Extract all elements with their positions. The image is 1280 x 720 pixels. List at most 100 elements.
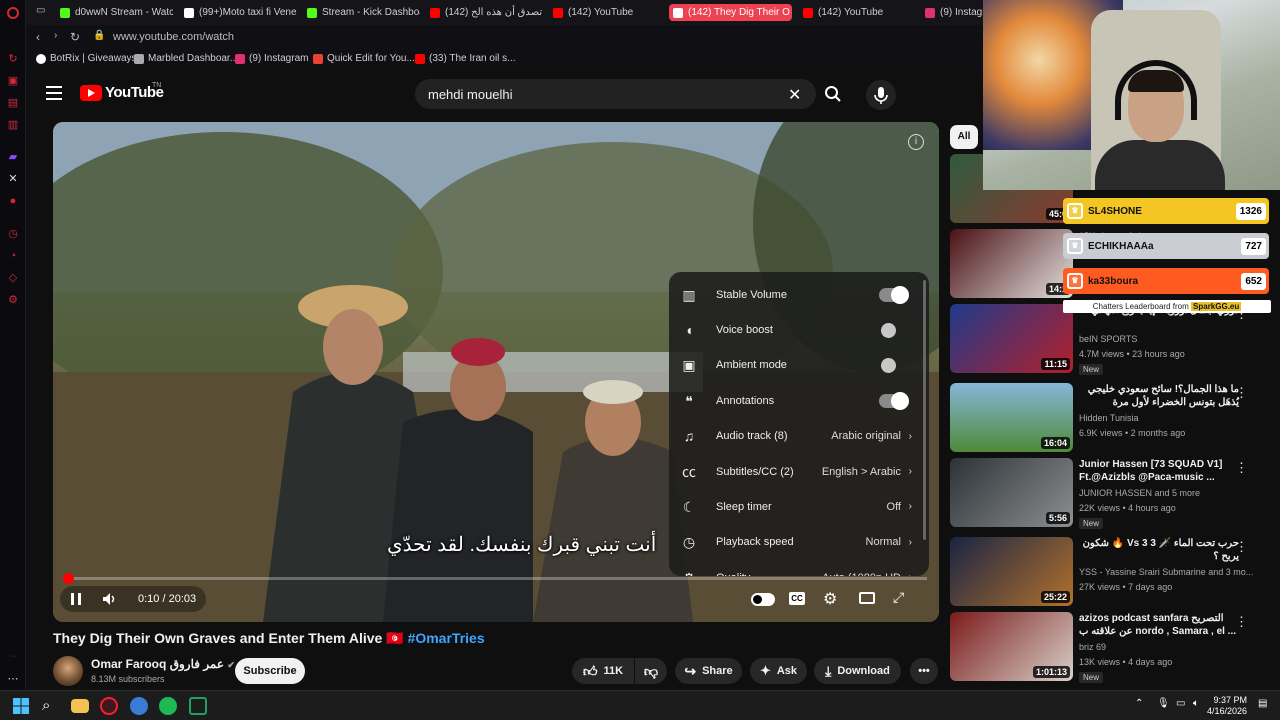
- progress-bar[interactable]: [65, 577, 927, 580]
- bookmark-botrix[interactable]: BotRix | Giveaways: [36, 53, 137, 64]
- more-actions-button[interactable]: •••: [910, 658, 938, 684]
- tab-1[interactable]: (99+)Moto taxi fi Venezu: [180, 4, 297, 21]
- card-title[interactable]: ما هذا الجمال؟! سائح سعودي خليجي يُذهَل …: [1079, 383, 1239, 409]
- opera-icon[interactable]: [100, 697, 118, 715]
- app-icon[interactable]: [130, 697, 148, 715]
- video-thumbnail[interactable]: 5:56: [950, 458, 1073, 527]
- bookmark-marbled[interactable]: Marbled Dashboar...: [134, 53, 238, 64]
- opera-logo-icon[interactable]: [7, 7, 19, 19]
- video-thumbnail[interactable]: 16:04: [950, 383, 1073, 452]
- share-button[interactable]: ↪ Share: [675, 658, 742, 684]
- settings-gear-icon[interactable]: ⚙: [823, 589, 837, 609]
- settings-row[interactable]: ㏄ Subtitles/CC (2) English > Arabic ›: [669, 454, 921, 489]
- reload-icon[interactable]: ↻: [70, 30, 80, 44]
- card-title[interactable]: Junior Hassen [73 SQUAD V1] Ft.@Azizbls …: [1079, 458, 1239, 484]
- spotify-icon[interactable]: [159, 697, 177, 715]
- tab-3[interactable]: لن تصدق أن هذه الح (142): [426, 4, 543, 21]
- speaker-icon[interactable]: 🔈︎: [1193, 698, 1199, 709]
- settings-row[interactable]: ♫ Audio track (8) Arabic original ›: [669, 419, 921, 454]
- extensions-icon[interactable]: ◇: [6, 271, 20, 285]
- voice-search-button[interactable]: [866, 80, 896, 110]
- volume-icon[interactable]: [102, 592, 118, 606]
- recommendation-card[interactable]: 16:04 ما هذا الجمال؟! سائح سعودي خليجي يُ…: [950, 383, 1280, 455]
- tab-2[interactable]: Stream - Kick Dashboard: [303, 4, 420, 21]
- mic-tray-icon[interactable]: 🎙︎: [1157, 698, 1170, 709]
- settings-row[interactable]: ▣ Ambient mode: [669, 348, 921, 383]
- bookmark-iran-oil[interactable]: (33) The Iran oil s...: [415, 53, 516, 64]
- settings-toggle[interactable]: [879, 285, 909, 304]
- tab-0[interactable]: d0wwN Stream - Watch: [56, 4, 173, 21]
- pause-icon[interactable]: [70, 592, 82, 606]
- card-channel[interactable]: Hidden Tunisia: [1079, 413, 1139, 423]
- refresh-icon[interactable]: ↻: [6, 52, 20, 66]
- menu-icon[interactable]: [46, 86, 62, 100]
- hashtag-link[interactable]: #OmarTries: [408, 630, 485, 646]
- tab-active[interactable]: (142) They Dig Their O: [669, 4, 792, 21]
- card-title[interactable]: azizos podcast sanfara التصريح عن علاقته…: [1079, 612, 1239, 638]
- youtube-icon[interactable]: ●: [6, 194, 20, 208]
- ask-button[interactable]: ✦ Ask: [750, 658, 807, 684]
- recommendation-card[interactable]: 1:01:13 azizos podcast sanfara التصريح عن…: [950, 612, 1280, 684]
- x-icon[interactable]: ✕: [6, 172, 20, 186]
- channel-name[interactable]: Omar Farooq عمر فاروق ✔: [91, 657, 235, 671]
- settings-icon[interactable]: ⚙: [6, 293, 20, 307]
- video-thumbnail[interactable]: 14:1: [950, 229, 1073, 298]
- card-more-icon[interactable]: ⋮: [1235, 385, 1248, 401]
- tab-7[interactable]: (9) Instagra: [921, 4, 983, 21]
- settings-toggle[interactable]: [879, 391, 909, 410]
- file-explorer-icon[interactable]: [71, 699, 89, 713]
- settings-row[interactable]: ▥ Stable Volume: [669, 277, 921, 312]
- system-clock[interactable]: 9:37 PM 4/16/2026: [1207, 695, 1247, 717]
- settings-row[interactable]: ☾ Sleep timer Off ›: [669, 489, 921, 524]
- card-title[interactable]: حرب تحت الماء 🗡️ 3 Vs 3 🔥 شكون يربح ؟: [1079, 537, 1239, 563]
- search-icon[interactable]: ⌕: [42, 697, 60, 715]
- settings-toggle[interactable]: [879, 322, 907, 338]
- settings-row[interactable]: ◖ Voice boost: [669, 312, 921, 347]
- video-thumbnail[interactable]: 25:22: [950, 537, 1073, 606]
- tray-chevron-icon[interactable]: ⌃: [1135, 698, 1143, 709]
- fullscreen-icon[interactable]: ⤢: [893, 589, 904, 606]
- video-player[interactable]: أنت تبني قبرك بنفسك. لقد تحدّي i ▥ Stable…: [53, 122, 939, 622]
- card-channel[interactable]: beIN SPORTS: [1079, 334, 1137, 344]
- scrubber-handle[interactable]: [63, 573, 74, 584]
- like-button[interactable]: 👍︎ 11K: [572, 658, 634, 684]
- youtube-logo[interactable]: YouTube: [80, 84, 164, 101]
- card-channel[interactable]: JUNIOR HASSEN and 5 more: [1079, 488, 1200, 498]
- recommendation-card[interactable]: 11:15دوري أبطال أوروبا - إياب ربع النهائ…: [950, 304, 1280, 376]
- clear-search-icon[interactable]: ✕: [788, 85, 801, 105]
- recommendation-card[interactable]: 5:56 Junior Hassen [73 SQUAD V1] Ft.@Aziz…: [950, 458, 1280, 530]
- subscribe-button[interactable]: Subscribe: [235, 658, 305, 684]
- clock-icon[interactable]: ◔: [6, 249, 20, 263]
- settings-row[interactable]: ❝ Annotations: [669, 383, 921, 418]
- more-icon[interactable]: ···: [6, 650, 20, 664]
- card-more-icon[interactable]: ⋮: [1235, 539, 1248, 555]
- message-icon[interactable]: ▤: [6, 96, 20, 110]
- notification-icon[interactable]: ▤: [1258, 698, 1267, 709]
- download-button[interactable]: ⤓ Download: [814, 658, 901, 684]
- url-field[interactable]: www.youtube.com/watch: [113, 31, 234, 43]
- bookmark-quickedit[interactable]: Quick Edit for You...: [313, 53, 415, 64]
- network-icon[interactable]: ▭: [1176, 698, 1185, 709]
- card-more-icon[interactable]: ⋮: [1235, 614, 1248, 630]
- settings-toggle[interactable]: [879, 358, 907, 374]
- tab-4[interactable]: (142) YouTube: [549, 4, 666, 21]
- back-icon[interactable]: ‹: [36, 30, 40, 44]
- lock-icon[interactable]: ▣: [6, 74, 20, 88]
- recommendation-card[interactable]: 25:22 حرب تحت الماء 🗡️ 3 Vs 3 🔥 شكون يربح…: [950, 537, 1280, 609]
- bookmark-instagram[interactable]: (9) Instagram: [235, 53, 308, 64]
- search-input[interactable]: mehdi mouelhi ✕: [415, 79, 816, 109]
- sidebar-menu-icon[interactable]: ⋯: [6, 672, 20, 686]
- tab-overview-icon[interactable]: ▭: [36, 5, 45, 16]
- theater-mode-icon[interactable]: [859, 592, 875, 604]
- forward-icon[interactable]: ›: [54, 30, 57, 41]
- settings-scrollbar[interactable]: [923, 280, 926, 540]
- notes-icon[interactable]: ▥: [6, 118, 20, 132]
- chip-all[interactable]: All: [950, 125, 978, 149]
- history-icon[interactable]: ◷: [6, 227, 20, 241]
- settings-row[interactable]: ◷ Playback speed Normal ›: [669, 525, 921, 560]
- settings-row[interactable]: ⚙ Quality Auto (1080p HD ›: [669, 560, 921, 576]
- card-channel[interactable]: briz 69: [1079, 642, 1106, 652]
- search-icon[interactable]: [824, 85, 842, 103]
- video-thumbnail[interactable]: 1:01:13: [950, 612, 1073, 681]
- card-more-icon[interactable]: ⋮: [1235, 460, 1248, 476]
